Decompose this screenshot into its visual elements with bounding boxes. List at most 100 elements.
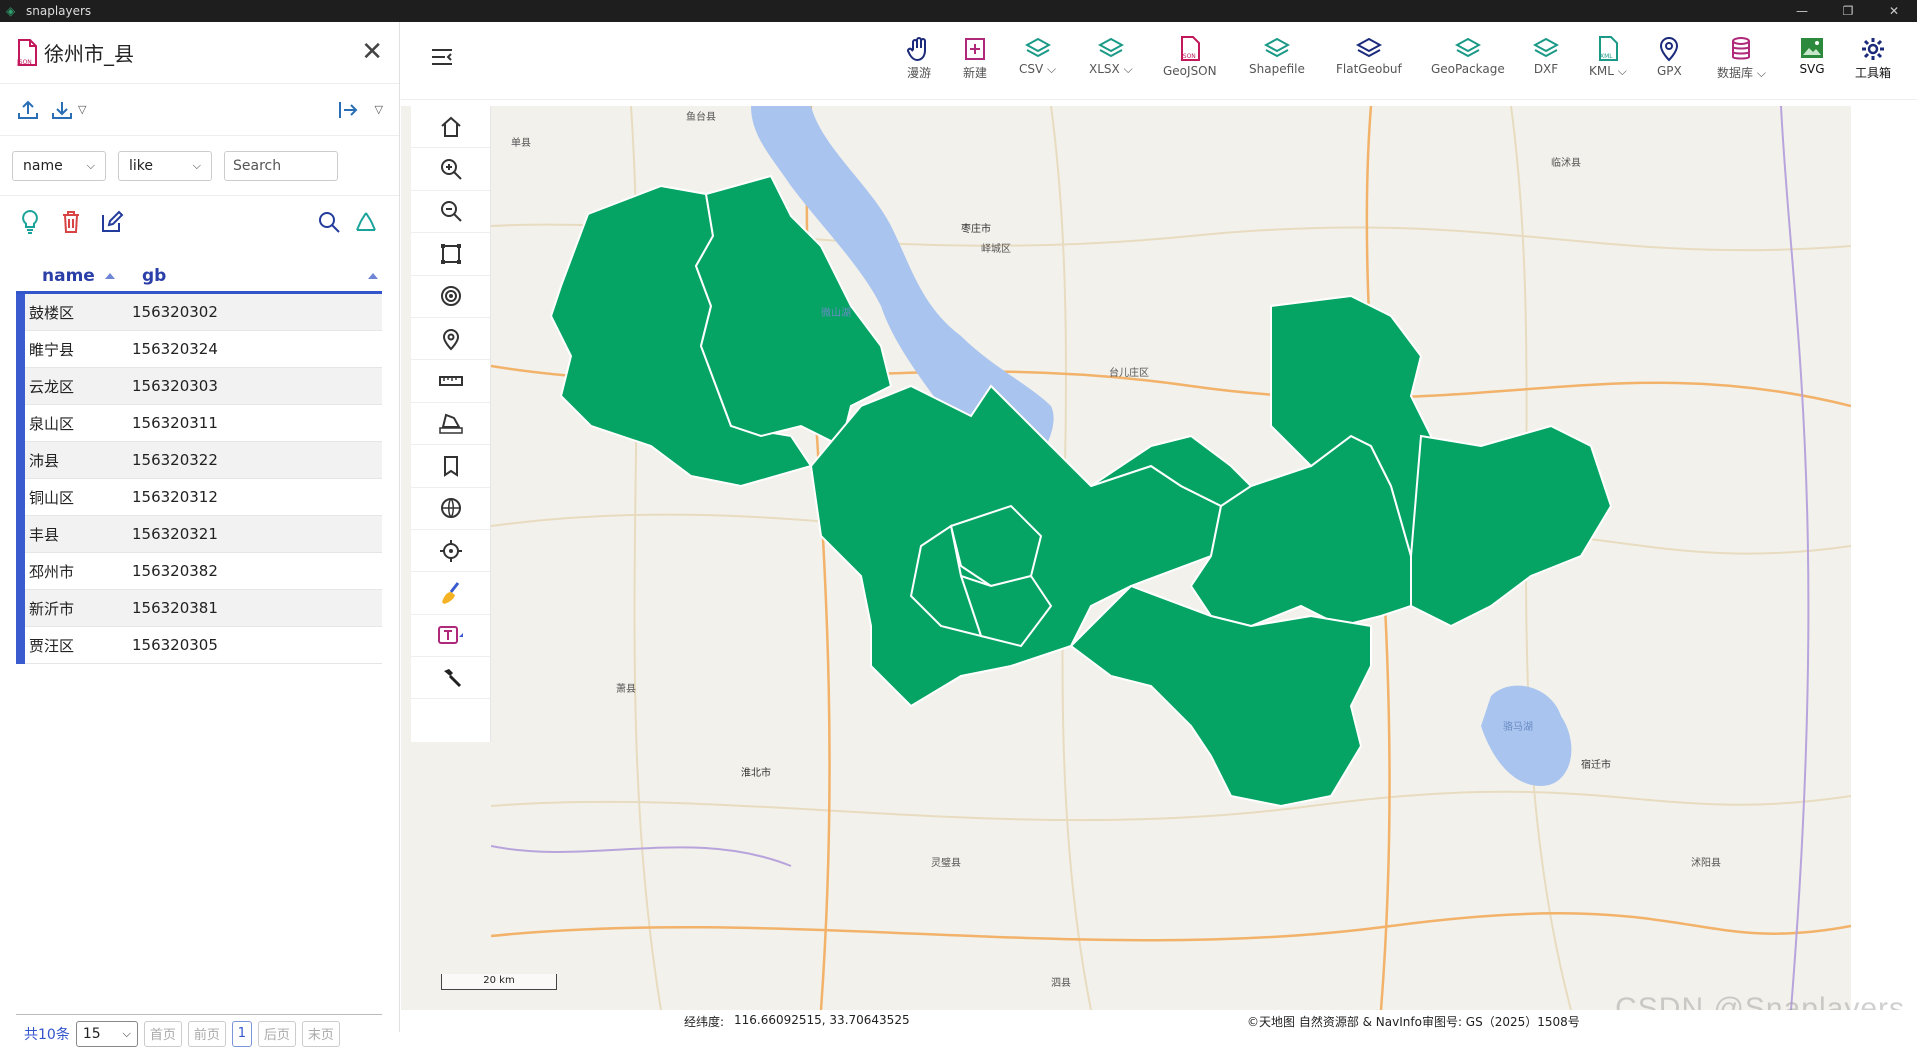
home-button[interactable] — [411, 106, 490, 148]
toolbar-dxf-button[interactable]: DXF — [1533, 36, 1559, 76]
table-row[interactable]: 贾汪区156320305 — [16, 627, 382, 664]
search-icon[interactable] — [317, 210, 341, 238]
field-select[interactable]: name ⌵ — [12, 151, 106, 181]
xuzhou-counties — [551, 176, 1611, 806]
operator-select-value: like — [129, 158, 153, 174]
extent-icon — [439, 242, 463, 266]
table-row[interactable]: 新沂市156320381 — [16, 590, 382, 627]
cell-name: 沛县 — [25, 450, 128, 471]
lightbulb-icon[interactable] — [18, 209, 42, 239]
row-selector[interactable] — [16, 442, 25, 479]
toolbar-gpx-button[interactable]: GPX — [1657, 36, 1682, 78]
operator-select[interactable]: like ⌵ — [118, 151, 212, 181]
map-svg[interactable]: 微山湖 骆马湖 枣庄市 宿迁市 淮北市 萧县 鱼台县 单县 峄城区 台儿庄区 临… — [491, 106, 1851, 1010]
table-row[interactable]: 丰县156320321 — [16, 516, 382, 553]
menu-toggle-icon[interactable] — [431, 48, 453, 70]
export-arrow-icon[interactable] — [337, 100, 359, 120]
toolbar-kml-button[interactable]: XML KML ⌵ — [1589, 36, 1627, 79]
location-pin-button[interactable] — [411, 318, 490, 360]
measure-distance-button[interactable] — [411, 360, 490, 402]
search-input[interactable] — [224, 151, 338, 181]
toolbar-flatgeobuf-button[interactable]: FlatGeobuf — [1336, 36, 1402, 76]
map-canvas[interactable]: 微山湖 骆马湖 枣庄市 宿迁市 淮北市 萧县 鱼台县 单县 峄城区 台儿庄区 临… — [491, 106, 1851, 1010]
basemap-button[interactable] — [411, 488, 490, 530]
text-tool-icon — [437, 623, 465, 647]
json-file-icon: JSON — [1179, 36, 1201, 62]
target-button[interactable] — [411, 276, 490, 318]
chevron-down-icon: ⌵ — [87, 159, 95, 173]
table-row[interactable]: 鼓楼区156320302 — [16, 294, 382, 331]
zoom-out-button[interactable] — [411, 191, 490, 233]
cell-name: 铜山区 — [25, 487, 128, 508]
zoom-extent-button[interactable] — [411, 233, 490, 275]
cell-gb: 156320312 — [128, 488, 382, 506]
bookmark-button[interactable] — [411, 445, 490, 487]
maximize-button[interactable]: ❐ — [1825, 0, 1871, 22]
toolbar-svg-button[interactable]: SVG — [1799, 36, 1825, 76]
toolbar-xlsx-button[interactable]: XLSX ⌵ — [1089, 36, 1133, 77]
toolbar-label-text: 数据库 — [1717, 66, 1753, 80]
globe-icon — [439, 496, 463, 520]
row-selector[interactable] — [16, 368, 25, 405]
table-row[interactable]: 泉山区156320311 — [16, 405, 382, 442]
close-window-button[interactable]: ✕ — [1871, 0, 1917, 22]
filter-row: name ⌵ like ⌵ — [0, 136, 399, 196]
table-row[interactable]: 睢宁县156320324 — [16, 331, 382, 368]
toolbar-toolbox-button[interactable]: 工具箱 — [1855, 36, 1891, 81]
toolbar-database-button[interactable]: 数据库 ⌵ — [1717, 36, 1766, 81]
cell-gb: 156320324 — [128, 340, 382, 358]
svg-text:XML: XML — [1600, 53, 1613, 60]
place-label: 单县 — [511, 137, 531, 149]
clear-button[interactable] — [411, 572, 490, 614]
export-dropdown-chevron-icon[interactable]: ▽ — [375, 103, 383, 116]
sort-asc-icon — [368, 273, 378, 279]
download-dropdown-chevron-icon[interactable]: ▽ — [78, 103, 86, 116]
cell-name: 丰县 — [25, 524, 128, 545]
main-toolbar: 漫游 新建 CSV ⌵ XLSX ⌵ JSON GeoJSON Shapefil… — [401, 22, 1917, 100]
page-size-select[interactable]: 15 ⌵ — [76, 1021, 138, 1047]
toolbar-pan-button[interactable]: 漫游 — [906, 36, 932, 81]
download-icon[interactable] — [50, 98, 74, 122]
row-selector[interactable] — [16, 516, 25, 553]
toolbar-csv-button[interactable]: CSV ⌵ — [1019, 36, 1056, 77]
last-page-button[interactable]: 末页 — [302, 1021, 340, 1047]
hammer-tool-button[interactable] — [411, 657, 490, 699]
upload-icon[interactable] — [16, 98, 40, 122]
toolbar-shapefile-button[interactable]: Shapefile — [1249, 36, 1305, 76]
column-header-label: name — [42, 266, 95, 286]
recycle-icon[interactable] — [353, 210, 379, 238]
measure-area-button[interactable] — [411, 403, 490, 445]
pin-icon — [439, 327, 463, 351]
trash-icon[interactable] — [60, 210, 82, 238]
toolbar-geopackage-button[interactable]: GeoPackage — [1431, 36, 1505, 76]
minimize-button[interactable]: — — [1779, 0, 1825, 22]
row-selector[interactable] — [16, 405, 25, 442]
svg-text:JSON: JSON — [16, 59, 32, 66]
table-row[interactable]: 沛县156320322 — [16, 442, 382, 479]
row-selector[interactable] — [16, 627, 25, 664]
zoom-in-button[interactable] — [411, 148, 490, 190]
row-selector[interactable] — [16, 590, 25, 627]
toolbar-new-button[interactable]: 新建 — [963, 36, 987, 81]
table-row[interactable]: 邳州市156320382 — [16, 553, 382, 590]
hand-icon — [906, 36, 932, 62]
edit-icon[interactable] — [100, 210, 124, 238]
chevron-down-icon: ⌵ — [1757, 66, 1766, 80]
text-tool-button[interactable] — [411, 615, 490, 657]
toolbar-geojson-button[interactable]: JSON GeoJSON — [1163, 36, 1217, 78]
table-row[interactable]: 云龙区156320303 — [16, 368, 382, 405]
column-header-name[interactable]: name — [16, 266, 128, 286]
column-header-gb[interactable]: gb — [128, 266, 382, 286]
next-page-button[interactable]: 后页 — [258, 1021, 296, 1047]
table-row[interactable]: 铜山区156320312 — [16, 479, 382, 516]
row-selector[interactable] — [16, 331, 25, 368]
locate-button[interactable] — [411, 530, 490, 572]
first-page-button[interactable]: 首页 — [144, 1021, 182, 1047]
row-selector[interactable] — [16, 479, 25, 516]
close-panel-button[interactable]: ✕ — [361, 40, 383, 64]
prev-page-button[interactable]: 前页 — [188, 1021, 226, 1047]
row-selector[interactable] — [16, 294, 25, 331]
row-selector[interactable] — [16, 553, 25, 590]
current-page[interactable]: 1 — [232, 1021, 252, 1047]
toolbar-label: XLSX ⌵ — [1089, 62, 1133, 77]
